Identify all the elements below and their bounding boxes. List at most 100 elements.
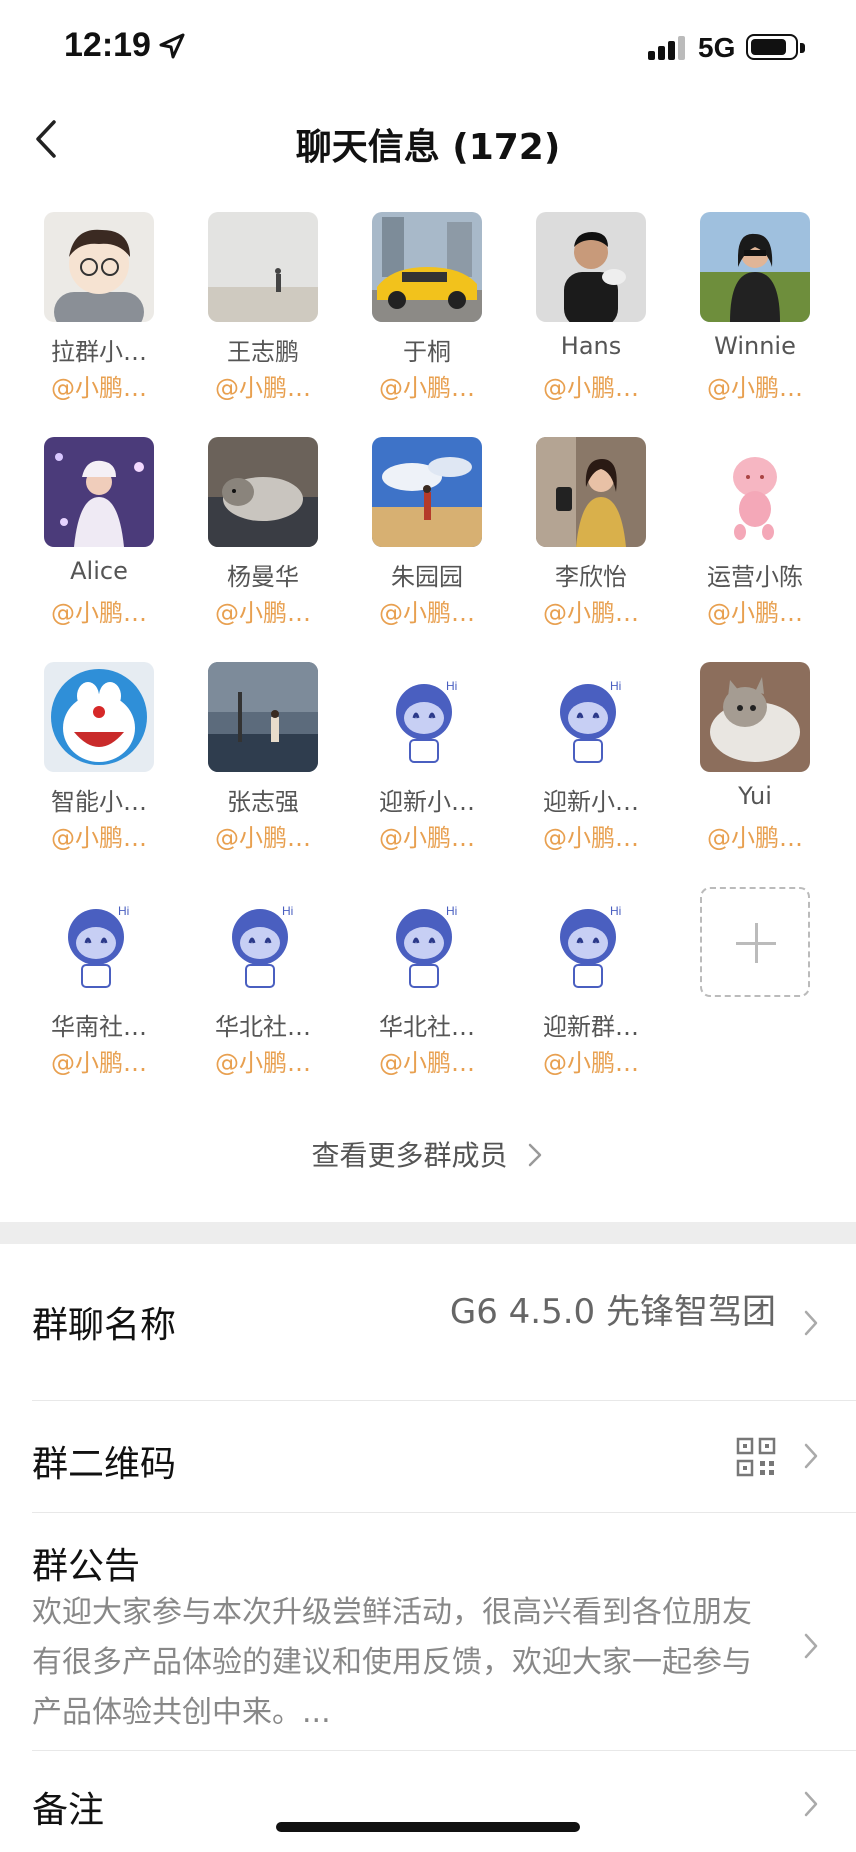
- qr-code-icon: [736, 1437, 776, 1477]
- member-name: 华南社…: [51, 1013, 147, 1041]
- home-indicator[interactable]: [276, 1822, 580, 1832]
- member-tag: @小鹏…: [51, 599, 147, 627]
- avatar: [44, 437, 154, 547]
- member-item[interactable]: Hi 迎新小… @小鹏…: [352, 662, 482, 862]
- svg-text:Hi: Hi: [446, 679, 457, 693]
- chevron-right-icon: [802, 1631, 820, 1661]
- svg-text:Hi: Hi: [446, 904, 457, 918]
- member-name: 朱园园: [391, 563, 463, 591]
- member-tag: @小鹏…: [543, 374, 639, 402]
- member-item[interactable]: Yui @小鹏…: [680, 662, 810, 862]
- member-item[interactable]: 王志鹏 @小鹏…: [188, 212, 318, 412]
- avatar: Hi: [536, 887, 646, 997]
- network-type: 5G: [698, 32, 736, 63]
- avatar: [372, 437, 482, 547]
- member-tag: @小鹏…: [51, 374, 147, 402]
- plus-icon[interactable]: [700, 887, 810, 997]
- member-name: 李欣怡: [555, 563, 627, 591]
- chevron-right-icon: [802, 1789, 820, 1819]
- avatar: [208, 212, 318, 322]
- member-item[interactable]: Hi 迎新小… @小鹏…: [516, 662, 646, 862]
- member-tag: @小鹏…: [215, 1049, 311, 1077]
- svg-text:Hi: Hi: [610, 904, 621, 918]
- battery-icon: [746, 34, 805, 60]
- add-member-button[interactable]: [680, 887, 810, 1087]
- member-name: 迎新小…: [543, 788, 639, 816]
- chevron-right-icon: [802, 1441, 820, 1471]
- avatar: [208, 437, 318, 547]
- member-item[interactable]: 李欣怡 @小鹏…: [516, 437, 646, 637]
- group-qr-label: 群二维码: [32, 1444, 177, 1485]
- avatar: Hi: [372, 887, 482, 997]
- avatar: Hi: [536, 662, 646, 772]
- chevron-right-icon: [802, 1308, 820, 1338]
- member-item[interactable]: Hi 华南社… @小鹏…: [24, 887, 154, 1087]
- member-name: 运营小陈: [707, 563, 803, 591]
- status-bar: 12:19 5G: [0, 0, 856, 100]
- group-notice-label: 群公告: [32, 1546, 141, 1587]
- group-qr-row[interactable]: 群二维码: [0, 1401, 856, 1512]
- view-more-members-link[interactable]: 查看更多群成员: [0, 1134, 856, 1174]
- avatar: [536, 212, 646, 322]
- remark-row[interactable]: 备注: [0, 1751, 856, 1852]
- avatar: Hi: [372, 662, 482, 772]
- member-item[interactable]: 运营小陈 @小鹏…: [680, 437, 810, 637]
- signal-icon: [648, 36, 688, 60]
- member-tag: @小鹏…: [379, 824, 475, 852]
- group-name-label: 群聊名称: [32, 1305, 177, 1346]
- member-name: 张志强: [227, 788, 299, 816]
- member-name: 于桐: [403, 338, 451, 366]
- avatar: [44, 662, 154, 772]
- avatar: [700, 437, 810, 547]
- view-more-members-label: 查看更多群成员: [311, 1139, 508, 1172]
- member-tag: @小鹏…: [51, 824, 147, 852]
- member-tag: @小鹏…: [707, 824, 803, 852]
- member-tag: @小鹏…: [379, 599, 475, 627]
- member-item[interactable]: 拉群小… @小鹏…: [24, 212, 154, 412]
- avatar: [372, 212, 482, 322]
- member-tag: @小鹏…: [543, 1049, 639, 1077]
- section-separator: [0, 1222, 856, 1244]
- svg-text:Hi: Hi: [610, 679, 621, 693]
- avatar: [700, 212, 810, 322]
- member-name: Alice: [70, 557, 128, 585]
- member-tag: @小鹏…: [215, 824, 311, 852]
- member-item[interactable]: 于桐 @小鹏…: [352, 212, 482, 412]
- member-tag: @小鹏…: [215, 374, 311, 402]
- status-time: 12:19: [64, 26, 151, 64]
- group-name-value: G6 4.5.0 先锋智驾团: [449, 1292, 776, 1332]
- member-name: Yui: [738, 782, 772, 810]
- member-tag: @小鹏…: [707, 599, 803, 627]
- member-item[interactable]: Alice @小鹏…: [24, 437, 154, 637]
- member-tag: @小鹏…: [379, 374, 475, 402]
- group-name-row[interactable]: 群聊名称 G6 4.5.0 先锋智驾团: [0, 1244, 856, 1400]
- avatar: [208, 662, 318, 772]
- avatar: [536, 437, 646, 547]
- group-notice-text: 欢迎大家参与本次升级尝鲜活动，很高兴看到各位朋友有很多产品体验的建议和使用反馈，…: [32, 1595, 752, 1730]
- member-name: 华北社…: [379, 1013, 475, 1041]
- member-name: Winnie: [714, 332, 796, 360]
- member-item[interactable]: Hans @小鹏…: [516, 212, 646, 412]
- svg-text:Hi: Hi: [118, 904, 129, 918]
- member-name: 智能小…: [51, 788, 147, 816]
- member-item[interactable]: Hi 迎新群… @小鹏…: [516, 887, 646, 1087]
- member-name: 华北社…: [215, 1013, 311, 1041]
- location-arrow-icon: [158, 32, 186, 60]
- member-item[interactable]: 张志强 @小鹏…: [188, 662, 318, 862]
- member-item[interactable]: 杨曼华 @小鹏…: [188, 437, 318, 637]
- member-item[interactable]: Winnie @小鹏…: [680, 212, 810, 412]
- avatar: [700, 662, 810, 772]
- member-item[interactable]: 智能小… @小鹏…: [24, 662, 154, 862]
- member-tag: @小鹏…: [215, 599, 311, 627]
- remark-label: 备注: [32, 1790, 105, 1831]
- nav-bar: 聊天信息 (172): [0, 100, 856, 180]
- member-item[interactable]: Hi 华北社… @小鹏…: [188, 887, 318, 1087]
- page-title: 聊天信息 (172): [295, 127, 561, 168]
- avatar: Hi: [44, 887, 154, 997]
- chevron-right-icon: [526, 1139, 544, 1172]
- member-item[interactable]: 朱园园 @小鹏…: [352, 437, 482, 637]
- svg-text:Hi: Hi: [282, 904, 293, 918]
- member-item[interactable]: Hi 华北社… @小鹏…: [352, 887, 482, 1087]
- member-name: 迎新群…: [543, 1013, 639, 1041]
- member-tag: @小鹏…: [51, 1049, 147, 1077]
